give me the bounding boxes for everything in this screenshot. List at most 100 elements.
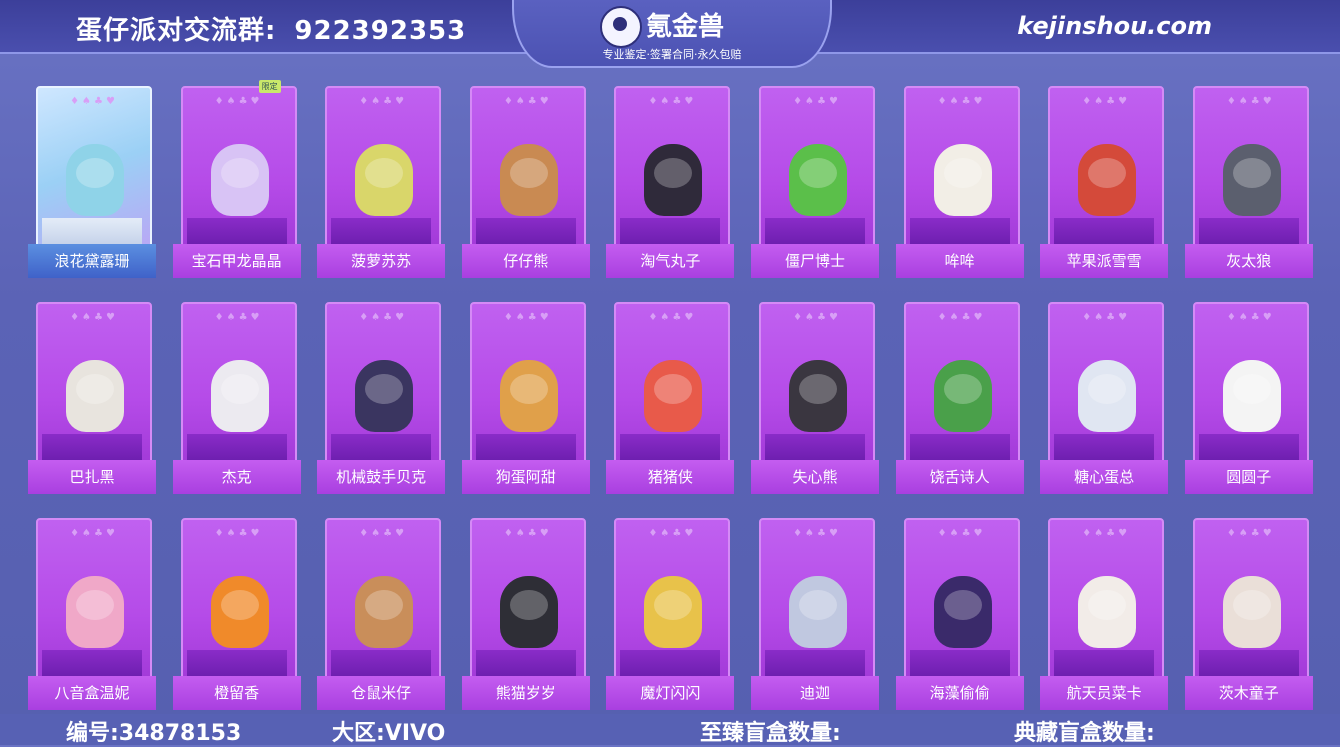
- figure-stand: [1198, 218, 1299, 244]
- skin-card[interactable]: ♦♠♣♥ 猪猪侠: [606, 298, 735, 496]
- eggy-figure-icon: [66, 144, 124, 216]
- eggy-figure-icon: [933, 576, 992, 648]
- figure-stand: [186, 650, 287, 676]
- skin-card[interactable]: ♦♠♣♥ 八音盒温妮: [28, 514, 156, 712]
- eggy-figure-icon: [644, 144, 703, 216]
- card-suit-icons: ♦♠♣♥: [503, 96, 552, 107]
- eggy-figure-icon: [210, 360, 269, 432]
- card-suit-icons: ♦♠♣♥: [70, 528, 118, 539]
- card-suit-icons: ♦♠♣♥: [937, 528, 986, 539]
- card-suit-icons: ♦♠♣♥: [793, 312, 841, 323]
- skin-name: 仓鼠米仔: [317, 676, 446, 710]
- skin-card[interactable]: ♦♠♣♥ 迪迦: [751, 514, 879, 712]
- figure-stand: [42, 434, 142, 460]
- skin-card[interactable]: ♦♠♣♥ 菠萝苏苏: [317, 82, 446, 280]
- eggy-figure-icon: [644, 576, 703, 648]
- skin-name: 灰太狼: [1184, 244, 1313, 278]
- eggy-figure-icon: [355, 360, 414, 432]
- skin-card[interactable]: ♦♠♣♥ 熊猫岁岁: [461, 514, 590, 712]
- eggy-figure-icon: [210, 576, 269, 648]
- skin-name: 机械鼓手贝克: [317, 460, 446, 494]
- skin-card[interactable]: ♦♠♣♥ 失心熊: [751, 298, 879, 496]
- logo-box: 氪金兽 专业鉴定·签署合同·永久包赔: [512, 0, 832, 68]
- skin-card[interactable]: ♦♠♣♥ 巴扎黑: [28, 298, 156, 496]
- logo-slogan: 专业鉴定·签署合同·永久包赔: [602, 48, 742, 61]
- eggy-figure-icon: [66, 360, 124, 432]
- figure-stand: [42, 218, 142, 244]
- skin-card[interactable]: ♦♠♣♥ 橙留香: [172, 514, 301, 712]
- card-badge: 限定: [258, 80, 281, 93]
- card-suit-icons: ♦♠♣♥: [937, 312, 986, 323]
- skin-name: 猪猪侠: [606, 460, 735, 494]
- card-suit-icons: ♦♠♣♥: [793, 528, 841, 539]
- figure-stand: [620, 434, 721, 460]
- skin-name: 苹果派雪雪: [1040, 244, 1169, 278]
- skin-card[interactable]: ♦♠♣♥ 机械鼓手贝克: [317, 298, 446, 496]
- skin-card[interactable]: ♦♠♣♥ 僵尸博士: [751, 82, 879, 280]
- skin-card[interactable]: ♦♠♣♥ 仔仔熊: [461, 82, 590, 280]
- skin-card[interactable]: ♦♠♣♥ 航天员菜卡: [1040, 514, 1169, 712]
- footer-bar: 编号:34878153 大区:VIVO 至臻盲盒数量: 典藏盲盒数量:: [0, 714, 1340, 746]
- eggy-figure-icon: [499, 360, 558, 432]
- skin-card[interactable]: ♦♠♣♥ 限定 宝石甲龙晶晶: [172, 80, 301, 280]
- eggy-figure-icon: [933, 360, 992, 432]
- card-suit-icons: ♦♠♣♥: [359, 528, 408, 539]
- collection-count-label: 典藏盲盒数量:: [1014, 721, 1155, 746]
- eggy-figure-icon: [1078, 576, 1137, 648]
- eggy-figure-icon: [1222, 360, 1281, 432]
- skin-card[interactable]: ♦♠♣♥ 饶舌诗人: [895, 298, 1024, 496]
- figure-stand: [331, 434, 432, 460]
- skin-card[interactable]: ♦♠♣♥ 糖心蛋总: [1040, 298, 1169, 496]
- skin-name: 圆圆子: [1184, 460, 1313, 494]
- card-suit-icons: ♦♠♣♥: [1082, 96, 1131, 107]
- skin-card[interactable]: ♦♠♣♥ 魔灯闪闪: [606, 514, 735, 712]
- eggy-figure-icon: [1222, 576, 1281, 648]
- skin-card[interactable]: ♦♠♣♥ 狗蛋阿甜: [461, 298, 590, 496]
- skin-card[interactable]: ♦♠♣♥ 苹果派雪雪: [1040, 82, 1169, 280]
- group-number: 922392353: [294, 16, 467, 46]
- card-suit-icons: ♦♠♣♥: [359, 96, 408, 107]
- skin-card[interactable]: ♦♠♣♥ 灰太狼: [1184, 82, 1313, 280]
- card-suit-icons: ♦♠♣♥: [214, 528, 263, 539]
- skin-card[interactable]: ♦♠♣♥ 淘气丸子: [606, 82, 735, 280]
- card-suit-icons: ♦♠♣♥: [1082, 312, 1131, 323]
- eggy-figure-icon: [1222, 144, 1281, 216]
- figure-stand: [42, 650, 142, 676]
- card-suit-icons: ♦♠♣♥: [648, 96, 697, 107]
- skin-name: 糖心蛋总: [1040, 460, 1169, 494]
- figure-stand: [331, 218, 432, 244]
- skin-card[interactable]: ♦♠♣♥ 浪花黛露珊: [28, 82, 156, 280]
- eggy-figure-icon: [355, 576, 414, 648]
- skin-name: 航天员菜卡: [1040, 676, 1169, 710]
- figure-stand: [475, 650, 576, 676]
- eggy-figure-icon: [933, 144, 992, 216]
- figure-stand: [765, 434, 865, 460]
- card-suit-icons: ♦♠♣♥: [1226, 528, 1275, 539]
- card-suit-icons: ♦♠♣♥: [359, 312, 408, 323]
- card-suit-icons: ♦♠♣♥: [214, 96, 263, 107]
- skin-name: 魔灯闪闪: [606, 676, 735, 710]
- figure-stand: [1054, 218, 1155, 244]
- figure-stand: [331, 650, 432, 676]
- eggy-figure-icon: [1078, 144, 1137, 216]
- skin-name: 失心熊: [751, 460, 879, 494]
- skin-card[interactable]: ♦♠♣♥ 杰克: [172, 298, 301, 496]
- skin-card[interactable]: ♦♠♣♥ 仓鼠米仔: [317, 514, 446, 712]
- skin-card[interactable]: ♦♠♣♥ 海藻偷偷: [895, 514, 1024, 712]
- site-url[interactable]: kejinshou.com: [1017, 12, 1212, 40]
- skin-name: 狗蛋阿甜: [461, 460, 590, 494]
- figure-stand: [186, 218, 287, 244]
- card-suit-icons: ♦♠♣♥: [503, 528, 552, 539]
- skin-name: 菠萝苏苏: [317, 244, 446, 278]
- skin-card[interactable]: ♦♠♣♥ 茨木童子: [1184, 514, 1313, 712]
- skin-card[interactable]: ♦♠♣♥ 圆圆子: [1184, 298, 1313, 496]
- skin-card[interactable]: ♦♠♣♥ 哞哞: [895, 82, 1024, 280]
- eggy-figure-icon: [499, 144, 558, 216]
- eggy-figure-icon: [66, 576, 124, 648]
- skin-name: 僵尸博士: [751, 244, 879, 278]
- skin-name: 仔仔熊: [461, 244, 590, 278]
- skin-name: 哞哞: [895, 244, 1024, 278]
- skin-name: 巴扎黑: [28, 460, 156, 494]
- group-info: 蛋仔派对交流群: 922392353: [76, 10, 466, 47]
- figure-stand: [1054, 434, 1155, 460]
